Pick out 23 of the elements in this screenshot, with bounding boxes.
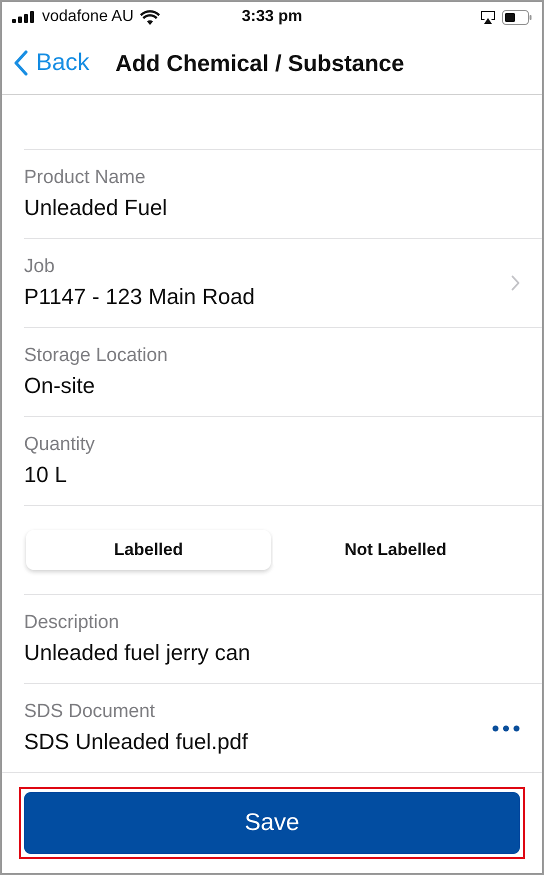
airplay-icon [480,10,496,24]
field-label: Quantity [24,434,96,456]
field-value: 10 L [24,462,68,488]
field-label: Description [24,612,120,634]
field-value: Unleaded Fuel [24,195,168,221]
chevron-left-icon [14,50,28,76]
field-label: Storage Location [24,345,169,367]
save-button[interactable]: Save [24,792,520,854]
status-time: 3:33 pm [242,8,302,26]
field-value: Unleaded fuel jerry can [24,640,252,666]
carrier-name: vodafone AU [42,8,134,26]
screen-title: Add Chemical / Substance [115,50,404,76]
battery-icon [502,10,532,24]
signal-icon [12,11,36,23]
field-value[interactable]: P1147 - 123 Main Road [24,284,511,310]
field-value: On-site [24,373,96,399]
wifi-icon [140,10,160,24]
field-value[interactable]: SDS Unleaded fuel.pdf [24,729,492,755]
field-label: Product Name [24,167,146,189]
field-label: Job [24,256,56,278]
field-label: SDS Document [24,701,156,723]
more-icon[interactable] [492,724,520,732]
segment-option[interactable]: Labelled [26,530,271,570]
